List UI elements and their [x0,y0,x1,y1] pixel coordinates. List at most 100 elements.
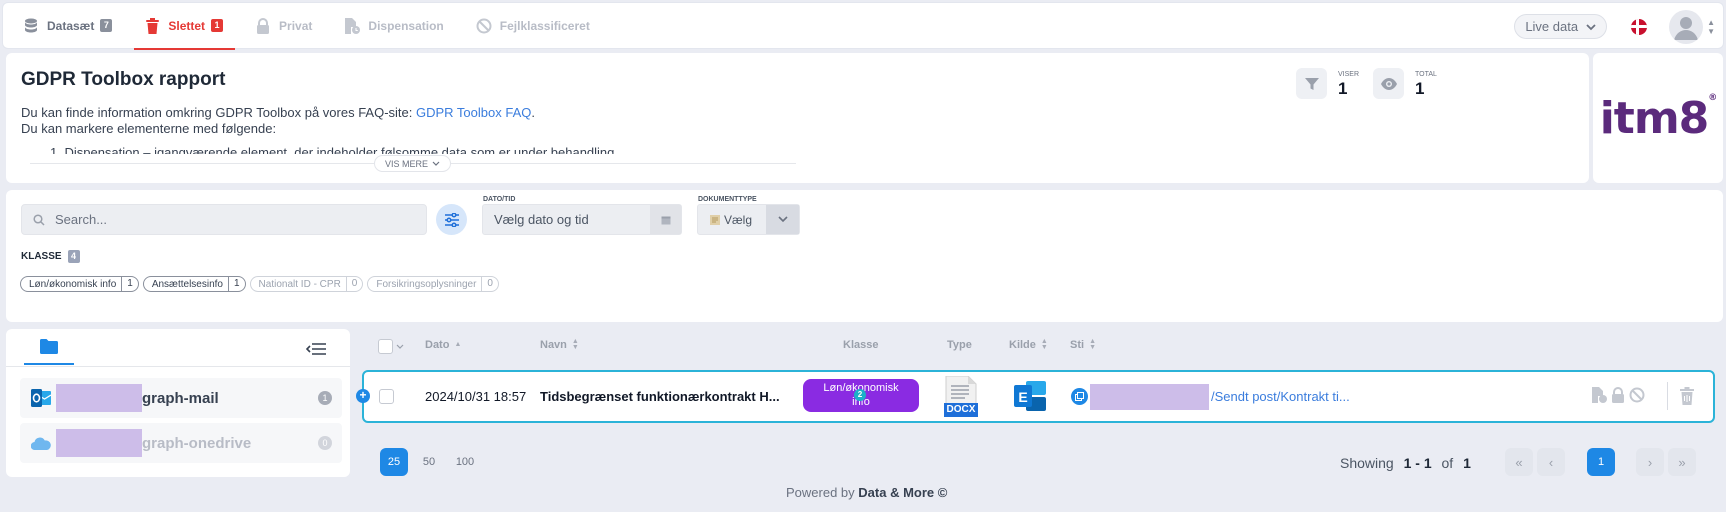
brand-logo-text: itm8 [1599,92,1710,144]
column-header-kilde[interactable]: Kilde ▲ ▼ [1009,338,1048,351]
class-badge-count: 2 [854,389,866,401]
tab-label: Dispensation [368,18,444,33]
chevron-down-icon[interactable] [396,342,404,351]
collapse-panel-icon[interactable] [305,342,326,360]
show-more-label: VIS MERE [385,158,429,169]
advanced-filter-button[interactable] [436,204,467,235]
faq-info-prefix: Du kan finde information omkring GDPR To… [21,105,416,120]
brand-logo: itm8® [1599,92,1718,144]
column-header-klasse: Klasse [843,339,878,351]
page-title: GDPR Toolbox rapport [21,69,226,90]
tab-privat[interactable]: Privat [235,2,324,49]
date-label: DATO/TID [483,196,516,203]
first-page-button[interactable]: « [1505,448,1533,476]
column-header-type: Type [947,339,972,351]
source-item-graph-mail[interactable]: graph-mail 1 [20,378,342,418]
search-input[interactable]: Search... [21,204,427,235]
ban-action-icon[interactable] [1629,387,1645,403]
class-chip-loen[interactable]: Løn/økonomisk info 1 [20,276,139,292]
dispensation-action-icon[interactable] [1591,387,1607,403]
brand-logo-panel: itm8® [1593,53,1723,183]
date-placeholder: Vælg dato og tid [494,212,589,227]
company-name: Data & More © [858,485,948,500]
sort-asc-icon: ▲ [454,341,462,348]
chip-count: 0 [481,277,498,291]
tab-count: 1 [211,19,224,32]
tab-datasaet[interactable]: Datasæt 7 [3,2,124,49]
trash-icon [144,17,160,34]
divider [1667,382,1668,410]
top-navigation: Datasæt 7 Slettet 1 Privat Dispensation … [2,2,1724,50]
ban-icon [476,18,492,34]
redacted-account [56,429,142,457]
tab-fejlklassificeret[interactable]: Fejlklassificeret [456,2,602,49]
outlook-icon [30,389,52,407]
docx-file-icon: DOCX [944,375,978,418]
top-right-controls: Live data ▲ ▼ [1514,3,1715,50]
redacted-path [1090,384,1209,410]
delete-row-icon[interactable] [1680,387,1694,410]
faq-info-text: Du kan finde information omkring GDPR To… [21,105,535,120]
column-label: Dato [425,339,450,351]
mark-list-item: 1. Dispensation – igangværende element, … [50,145,615,154]
prev-page-button[interactable]: ‹ [1537,448,1565,476]
column-header-sti[interactable]: Sti ▲ ▼ [1070,338,1096,351]
expand-row-icon[interactable]: + [356,389,370,403]
live-data-dropdown[interactable]: Live data [1514,14,1608,39]
doctype-select[interactable]: Vælg [697,204,800,235]
row-name[interactable]: Tidsbegrænset funktionærkontrakt H... [540,389,780,404]
stat-viser-label: VISER [1338,71,1360,78]
class-chip-ansaettelse[interactable]: Ansættelsesinfo 1 [142,276,246,292]
column-header-navn[interactable]: Navn ▲ ▼ [540,338,579,351]
column-label: Kilde [1009,339,1036,351]
tab-slettet[interactable]: Slettet 1 [124,2,235,50]
showing-range: 1 - 1 [1403,455,1432,471]
danish-flag-icon[interactable] [1631,18,1648,35]
date-time-input[interactable]: Vælg dato og tid [482,204,682,235]
column-header-dato[interactable]: Dato ▲ [425,339,461,351]
live-data-label: Live data [1525,19,1579,34]
sort-updown-icon[interactable]: ▲ ▼ [1707,18,1715,36]
tab-dispensation[interactable]: Dispensation [324,2,455,49]
footer-powered-by: Powered by Data & More © [786,485,947,500]
source-item-graph-onedrive[interactable]: graph-onedrive 0 [20,423,342,463]
document-icon [709,214,721,226]
row-actions [1591,387,1649,403]
sort-icon: ▲ ▼ [1040,338,1048,351]
class-chip-forsikring[interactable]: Forsikringsoplysninger 0 [367,276,499,292]
row-path-link[interactable]: /Sendt post/Kontrakt ti... [1211,389,1350,404]
doctype-label: DOKUMENTTYPE [698,196,757,203]
sources-tabs [6,329,350,367]
class-chip-cpr[interactable]: Nationalt ID - CPR 0 [249,276,364,292]
calendar-icon[interactable] [650,205,681,234]
user-avatar[interactable] [1669,9,1704,44]
page-1-button[interactable]: 1 [1587,448,1615,476]
folder-icon[interactable] [40,339,58,359]
page-size-25[interactable]: 25 [380,448,408,476]
page-size-100[interactable]: 100 [453,448,477,476]
copy-path-icon[interactable] [1071,388,1088,405]
row-checkbox[interactable] [379,389,394,404]
last-page-button[interactable]: » [1668,448,1696,476]
faq-link[interactable]: GDPR Toolbox FAQ [416,105,531,120]
chip-count: 1 [227,277,245,291]
next-page-button[interactable]: › [1636,448,1664,476]
chevron-down-icon [1586,19,1596,34]
onedrive-icon [30,437,52,450]
select-all-checkbox[interactable] [378,339,393,354]
mark-info-text: Du kan markere elementerne med følgende: [21,121,277,136]
chip-label: Løn/økonomisk info [29,278,117,290]
show-more-button[interactable]: VIS MERE [374,155,452,172]
chip-count: 1 [121,277,138,291]
chip-count: 0 [345,277,363,291]
doctype-value: Vælg [724,212,753,227]
lock-action-icon[interactable] [1611,387,1625,403]
source-count: 1 [318,391,332,405]
active-tab-indicator [24,363,74,365]
sources-panel: graph-mail 1 graph-onedrive 0 [6,329,350,477]
page-size-50[interactable]: 50 [420,448,438,476]
chevron-down-icon[interactable] [766,205,799,234]
stat-total: TOTAL 1 [1373,68,1437,99]
of-label: of [1441,455,1454,471]
column-label: Type [947,339,972,351]
